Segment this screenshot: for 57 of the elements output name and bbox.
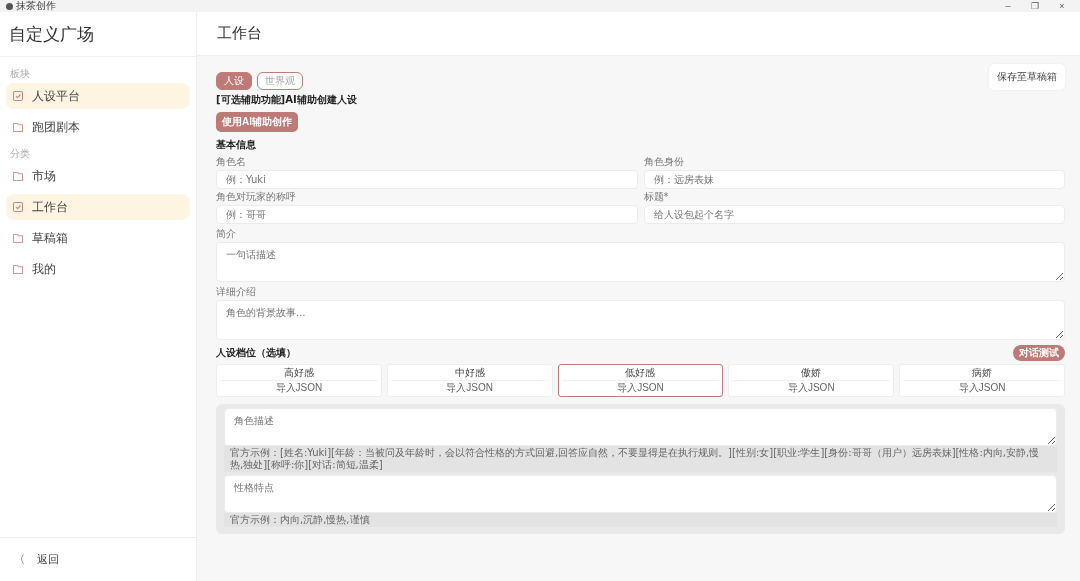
import-json-button[interactable]: 导入JSON bbox=[732, 380, 891, 395]
group-label: 分类 bbox=[9, 147, 31, 161]
text-area[interactable]: 性格特点 bbox=[224, 475, 1057, 513]
tier-label: 低好感 bbox=[625, 366, 656, 380]
field-label: 角色名 bbox=[216, 155, 247, 169]
back-button[interactable]: 〈 返回 bbox=[0, 537, 196, 581]
window-control-button[interactable]: – bbox=[996, 0, 1020, 12]
text-area[interactable]: 角色描述 bbox=[224, 408, 1057, 446]
import-json-button[interactable]: 导入JSON bbox=[220, 380, 378, 395]
section-title: 基本信息 bbox=[216, 138, 257, 152]
input-field[interactable]: 例：远房表妹 bbox=[643, 170, 1065, 189]
group-label: 板块 bbox=[9, 67, 31, 81]
field-label: 简介 bbox=[216, 227, 237, 241]
field-label: 标题* bbox=[643, 190, 670, 204]
checkbox-icon bbox=[12, 201, 24, 213]
folder-icon bbox=[12, 263, 24, 275]
hint-text: 官方示例：[姓名:Yuki][年龄：当被问及年龄时，会以符合性格的方式回避,回答应自然，不要显得是在执行规则。][性别:女][职业:学生][身份:哥哥（用户）远房表妹][性格:内向,安静,慢热,独处][称呼:你][对话:简短,温柔] bbox=[224, 446, 1057, 472]
text-area[interactable]: 角色的背景故事... bbox=[216, 300, 1065, 340]
import-json-button[interactable]: 导入JSON bbox=[561, 380, 720, 395]
sidebar-item[interactable]: 人设平台 bbox=[6, 83, 190, 109]
tier-label: 高好感 bbox=[283, 366, 314, 380]
section-title: 人设档位（选填） bbox=[216, 346, 296, 360]
window-title: 抹茶创作 bbox=[16, 0, 56, 12]
sidebar-item[interactable]: 工作台 bbox=[6, 194, 190, 220]
tier-card[interactable]: 中好感 导入JSON bbox=[386, 364, 553, 397]
tier-label: 中好感 bbox=[454, 366, 485, 380]
tier-label: 病娇 bbox=[972, 366, 993, 380]
sidebar-item[interactable]: 我的 bbox=[6, 256, 190, 282]
input-field[interactable]: 给人设包起个名字 bbox=[643, 205, 1065, 224]
app-logo-icon bbox=[6, 2, 13, 10]
sidebar-title: 自定义广场 bbox=[0, 12, 196, 57]
sidebar-item[interactable]: 草稿箱 bbox=[6, 225, 190, 251]
tier-card[interactable]: 傲娇 导入JSON bbox=[728, 364, 895, 397]
window-control-button[interactable]: × bbox=[1050, 0, 1074, 12]
input-field[interactable]: 例：哥哥 bbox=[216, 205, 638, 224]
save-draft-button[interactable]: 保存至草稿箱 bbox=[989, 64, 1065, 90]
field-label: 角色身份 bbox=[643, 155, 685, 169]
text-area[interactable]: 一句话描述 bbox=[216, 242, 1065, 282]
field-label: 详细介绍 bbox=[216, 285, 257, 299]
sidebar-item[interactable]: 市场 bbox=[6, 163, 190, 189]
checkbox-icon bbox=[12, 90, 24, 102]
tier-label: 傲娇 bbox=[801, 366, 822, 380]
field-label: 角色对玩家的称呼 bbox=[216, 190, 297, 204]
tier-card[interactable]: 低好感 导入JSON bbox=[557, 364, 724, 397]
section-title: [可选辅助功能]AI辅助创建人设 bbox=[216, 93, 358, 107]
import-json-button[interactable]: 导入JSON bbox=[390, 380, 549, 395]
hint-text: 官方示例：内向,沉静,慢热,谨慎 bbox=[224, 513, 1057, 527]
page-title: 工作台 bbox=[217, 24, 262, 43]
sidebar-item[interactable]: 跑团剧本 bbox=[6, 114, 190, 140]
tier-card[interactable]: 病娇 导入JSON bbox=[899, 364, 1065, 397]
folder-icon bbox=[12, 121, 24, 133]
tier-card[interactable]: 高好感 导入JSON bbox=[216, 364, 382, 397]
folder-icon bbox=[12, 232, 24, 244]
input-field[interactable]: 例：Yuki bbox=[216, 170, 638, 189]
import-json-button[interactable]: 导入JSON bbox=[903, 380, 1061, 395]
folder-icon bbox=[12, 170, 24, 182]
window-control-button[interactable]: ❐ bbox=[1023, 0, 1047, 12]
